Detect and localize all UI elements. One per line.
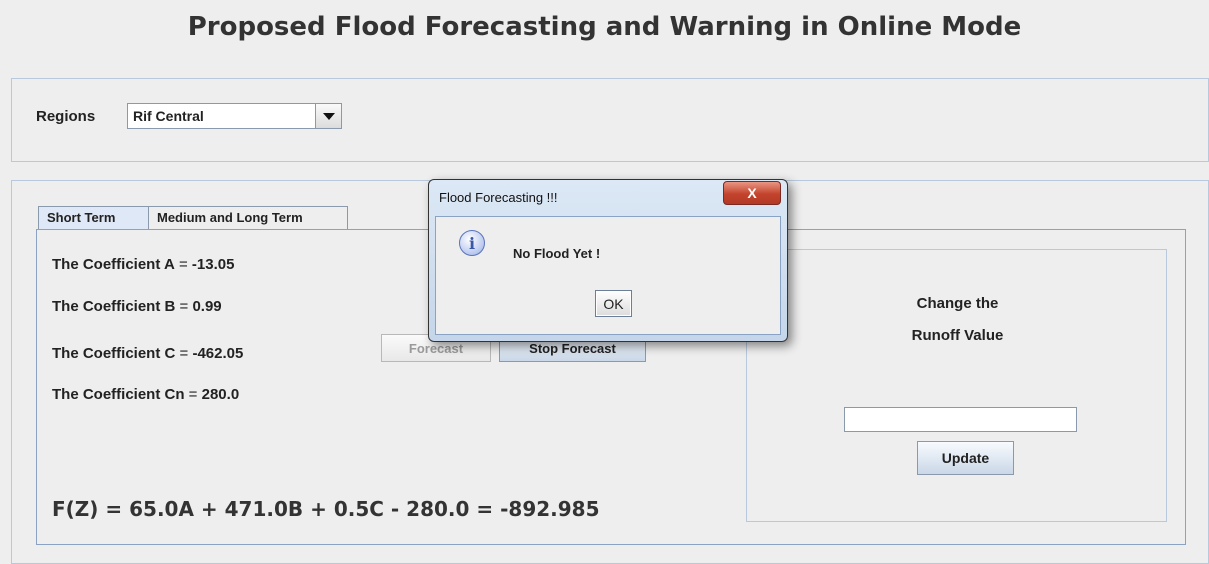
- info-icon: i: [459, 230, 485, 256]
- coefficient-c: The Coefficient C = -462.05: [52, 345, 243, 362]
- coefficient-c-label: The Coefficient C: [52, 345, 176, 362]
- regions-dropdown[interactable]: Rif Central: [127, 103, 342, 129]
- update-button[interactable]: Update: [917, 441, 1014, 475]
- close-icon: X: [747, 185, 757, 201]
- runoff-value-input[interactable]: [844, 407, 1077, 432]
- coefficient-a: The Coefficient A = -13.05: [52, 256, 234, 273]
- tab-short-term[interactable]: Short Term: [38, 206, 149, 231]
- ok-button[interactable]: OK: [595, 290, 632, 317]
- forecast-formula: F(Z) = 65.0A + 471.0B + 0.5C - 280.0 = -…: [52, 497, 600, 521]
- equals-sign: =: [174, 256, 192, 273]
- coefficient-cn-value: 280.0: [201, 386, 240, 403]
- coefficient-b-label: The Coefficient B: [52, 298, 176, 315]
- equals-sign: =: [175, 298, 193, 315]
- runoff-title-line1: Change the: [916, 295, 999, 312]
- page-title: Proposed Flood Forecasting and Warning i…: [187, 12, 1022, 42]
- equals-sign: =: [175, 345, 193, 362]
- runoff-panel: Change the Runoff Value Update: [746, 249, 1167, 522]
- equals-sign: =: [184, 386, 202, 403]
- chevron-down-icon: [322, 112, 335, 120]
- tab-medium-long-term[interactable]: Medium and Long Term: [148, 206, 348, 230]
- runoff-title-line2: Runoff Value: [911, 327, 1004, 344]
- regions-selected-value: Rif Central: [133, 108, 204, 124]
- coefficient-cn: The Coefficient Cn = 280.0: [52, 386, 239, 403]
- coefficient-c-value: -462.05: [192, 345, 244, 362]
- dialog-title: Flood Forecasting !!!: [439, 190, 558, 205]
- regions-panel: Regions Rif Central: [11, 78, 1209, 162]
- close-button[interactable]: X: [723, 181, 781, 205]
- coefficient-a-label: The Coefficient A: [52, 256, 175, 273]
- coefficient-b: The Coefficient B = 0.99: [52, 298, 222, 315]
- dropdown-button[interactable]: [315, 104, 341, 128]
- flood-forecasting-dialog: Flood Forecasting !!! X i No Flood Yet !…: [428, 179, 788, 342]
- coefficient-a-value: -13.05: [191, 256, 235, 273]
- dialog-body: i No Flood Yet ! OK: [435, 216, 781, 335]
- coefficient-b-value: 0.99: [192, 298, 222, 315]
- dialog-message: No Flood Yet !: [513, 246, 601, 261]
- regions-label: Regions: [36, 108, 96, 125]
- runoff-title: Change the Runoff Value: [747, 288, 1168, 352]
- coefficient-cn-label: The Coefficient Cn: [52, 386, 185, 403]
